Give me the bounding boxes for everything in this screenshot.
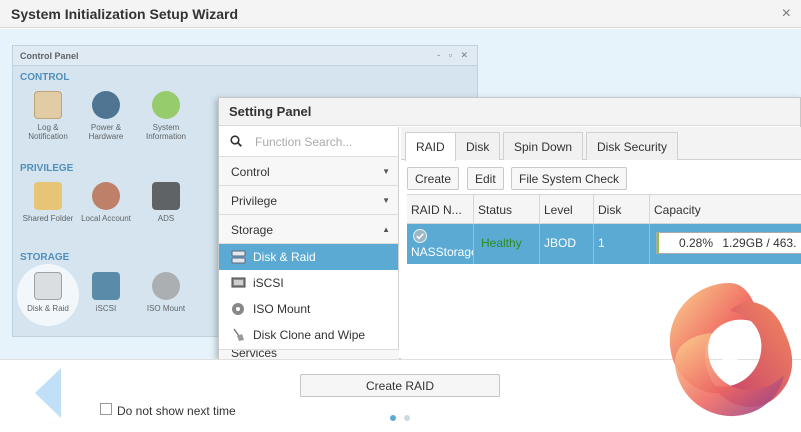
sidebar-item-disk-raid[interactable]: Disk & Raid — [219, 244, 398, 270]
iso-icon — [152, 272, 180, 300]
logo-icon — [669, 283, 793, 417]
server-icon — [152, 182, 180, 210]
col-status[interactable]: Status — [474, 195, 540, 225]
window-buttons-icon: - ▫ ✕ — [437, 50, 471, 60]
wizard-title: System Initialization Setup Wizard — [11, 6, 239, 22]
setting-panel-title: Setting Panel — [219, 98, 800, 126]
cell-level: JBOD — [540, 224, 594, 264]
raid-table-header: RAID N... Status Level Disk Capacity — [407, 194, 801, 225]
disk-raid-icon — [34, 272, 62, 300]
disk-raid-icon — [231, 250, 246, 264]
section-control: CONTROL — [20, 72, 70, 83]
function-sidebar: Function Search... Control ▼ Privilege ▼… — [219, 127, 399, 360]
chevron-up-icon: ▲ — [382, 225, 390, 234]
cp-ads[interactable]: ADS — [136, 182, 196, 223]
cp-disk-raid[interactable]: Disk & Raid — [18, 272, 78, 313]
page-dot-1[interactable] — [390, 415, 396, 421]
iscsi-icon — [231, 277, 246, 288]
category-storage[interactable]: Storage ▲ — [219, 215, 398, 244]
table-row[interactable]: NASStorage Healthy JBOD 1 0.28% 1.29GB /… — [407, 224, 801, 264]
raid-toolbar: Create Edit File System Check — [401, 160, 801, 194]
cp-iscsi[interactable]: iSCSI — [76, 272, 136, 313]
search-placeholder: Function Search... — [255, 135, 353, 149]
users-icon — [92, 182, 120, 210]
section-storage: STORAGE — [20, 252, 70, 263]
chevron-down-icon: ▼ — [382, 167, 390, 176]
tab-spin-down[interactable]: Spin Down — [503, 132, 584, 160]
control-panel-title: Control Panel — [13, 46, 477, 66]
capacity-progress-bar: 0.28% 1.29GB / 463. — [656, 232, 801, 254]
iscsi-icon — [92, 272, 120, 300]
chevron-down-icon: ▼ — [382, 196, 390, 205]
sidebar-item-iso-mount[interactable]: ISO Mount — [219, 296, 398, 322]
create-button[interactable]: Create — [407, 167, 460, 190]
folder-icon — [34, 182, 62, 210]
category-control[interactable]: Control ▼ — [219, 157, 398, 186]
cell-raid-name: NASStorage — [407, 224, 474, 264]
broom-icon — [233, 328, 244, 341]
cp-iso-mount[interactable]: ISO Mount — [136, 272, 196, 313]
iso-icon — [232, 303, 244, 315]
section-privilege: PRIVILEGE — [20, 163, 74, 174]
cp-power-hardware[interactable]: Power & Hardware — [76, 91, 136, 141]
function-search[interactable]: Function Search... — [219, 127, 398, 157]
tab-raid[interactable]: RAID — [405, 132, 456, 161]
tab-bar: RAID Disk Spin Down Disk Security — [401, 127, 801, 161]
page-dot-2[interactable] — [404, 415, 410, 421]
close-icon[interactable]: × — [782, 5, 791, 23]
info-icon — [152, 91, 180, 119]
create-raid-button[interactable]: Create RAID — [300, 374, 500, 397]
tab-disk-security[interactable]: Disk Security — [586, 132, 679, 160]
col-level[interactable]: Level — [540, 195, 594, 225]
file-system-check-button[interactable]: File System Check — [511, 167, 628, 190]
previous-arrow-icon[interactable] — [35, 368, 61, 418]
do-not-show-label: Do not show next time — [117, 404, 236, 418]
cell-disk: 1 — [594, 224, 650, 264]
power-icon — [92, 91, 120, 119]
col-disk[interactable]: Disk — [594, 195, 650, 225]
search-icon — [230, 135, 242, 147]
tab-disk[interactable]: Disk — [455, 132, 501, 160]
cell-status: Healthy — [474, 224, 540, 264]
cp-system-information[interactable]: System Information — [136, 91, 196, 141]
cp-shared-folder[interactable]: Shared Folder — [18, 182, 78, 223]
check-icon — [413, 229, 427, 243]
do-not-show-checkbox[interactable] — [100, 403, 112, 415]
category-privilege[interactable]: Privilege ▼ — [219, 186, 398, 215]
sidebar-item-iscsi[interactable]: iSCSI — [219, 270, 398, 296]
sidebar-item-disk-clone-wipe[interactable]: Disk Clone and Wipe — [219, 322, 398, 348]
cp-log-notification[interactable]: Log & Notification — [18, 91, 78, 141]
log-icon — [34, 91, 62, 119]
col-raid-name[interactable]: RAID N... — [407, 195, 474, 225]
wizard-title-bar: System Initialization Setup Wizard × — [0, 0, 801, 28]
cp-local-account[interactable]: Local Account — [76, 182, 136, 223]
edit-button[interactable]: Edit — [467, 167, 504, 190]
col-capacity[interactable]: Capacity — [650, 195, 801, 225]
